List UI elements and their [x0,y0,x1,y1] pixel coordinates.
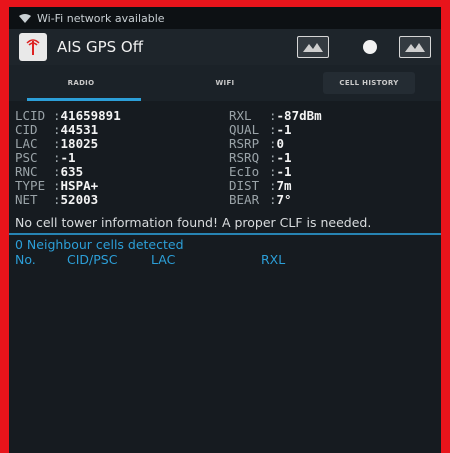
map-layers-icon[interactable] [399,36,431,58]
tab-radio[interactable]: RADIO [9,65,153,101]
wifi-icon [19,13,31,23]
record-toggle-icon[interactable] [363,40,377,54]
no-tower-notice: No cell tower information found! A prope… [15,215,372,230]
neighbour-table-header: No. CID/PSC LAC RXL [9,252,441,267]
info-row: LCID:41659891 [15,108,121,123]
tab-bar: RADIO WIFI CELL HISTORY [9,65,441,101]
info-row: PSC: -1 [15,150,76,165]
info-row: QUAL: -1 [229,122,292,137]
app-icon[interactable] [19,33,47,61]
info-row: RNC:635 [15,164,84,179]
column-header: LAC [151,252,176,267]
info-row: CID:44531 [15,122,99,137]
neighbour-summary: 0 Neighbour cells detected [15,237,184,252]
phone-screen: Wi-Fi network available AIS GPS Off RADI… [9,7,441,453]
cell-info-grid: LCID:41659891 CID:44531 LAC:18025 PSC: -1… [9,101,441,207]
cell-info-left: LCID:41659891 CID:44531 LAC:18025 PSC: -1… [15,109,221,207]
map-icon[interactable] [297,36,329,58]
cell-info-right: RXL: -87dBm QUAL: -1 RSRP:0 RSRQ: -1 EcIo: -… [229,109,435,207]
info-row: DIST:7m [229,178,292,193]
info-row: TYPE: HSPA+ [15,178,99,193]
status-text: Wi-Fi network available [37,11,165,25]
status-bar: Wi-Fi network available [9,7,441,29]
tab-wifi[interactable]: WIFI [153,65,297,101]
info-row: BEAR:7° [229,192,292,207]
column-header: No. [15,252,36,267]
column-header: CID/PSC [67,252,118,267]
column-header: RXL [261,252,286,267]
info-row: RSRP:0 [229,136,285,151]
info-row: EcIo: -1 [229,164,292,179]
info-row: LAC:18025 [15,136,99,151]
action-bar: AIS GPS Off [9,29,441,65]
tab-cell-history[interactable]: CELL HISTORY [297,65,441,101]
app-title: AIS GPS Off [57,38,144,56]
info-row: NET:52003 [15,192,99,207]
section-divider [9,233,441,235]
info-row: RXL: -87dBm [229,108,322,123]
info-row: RSRQ: -1 [229,150,292,165]
